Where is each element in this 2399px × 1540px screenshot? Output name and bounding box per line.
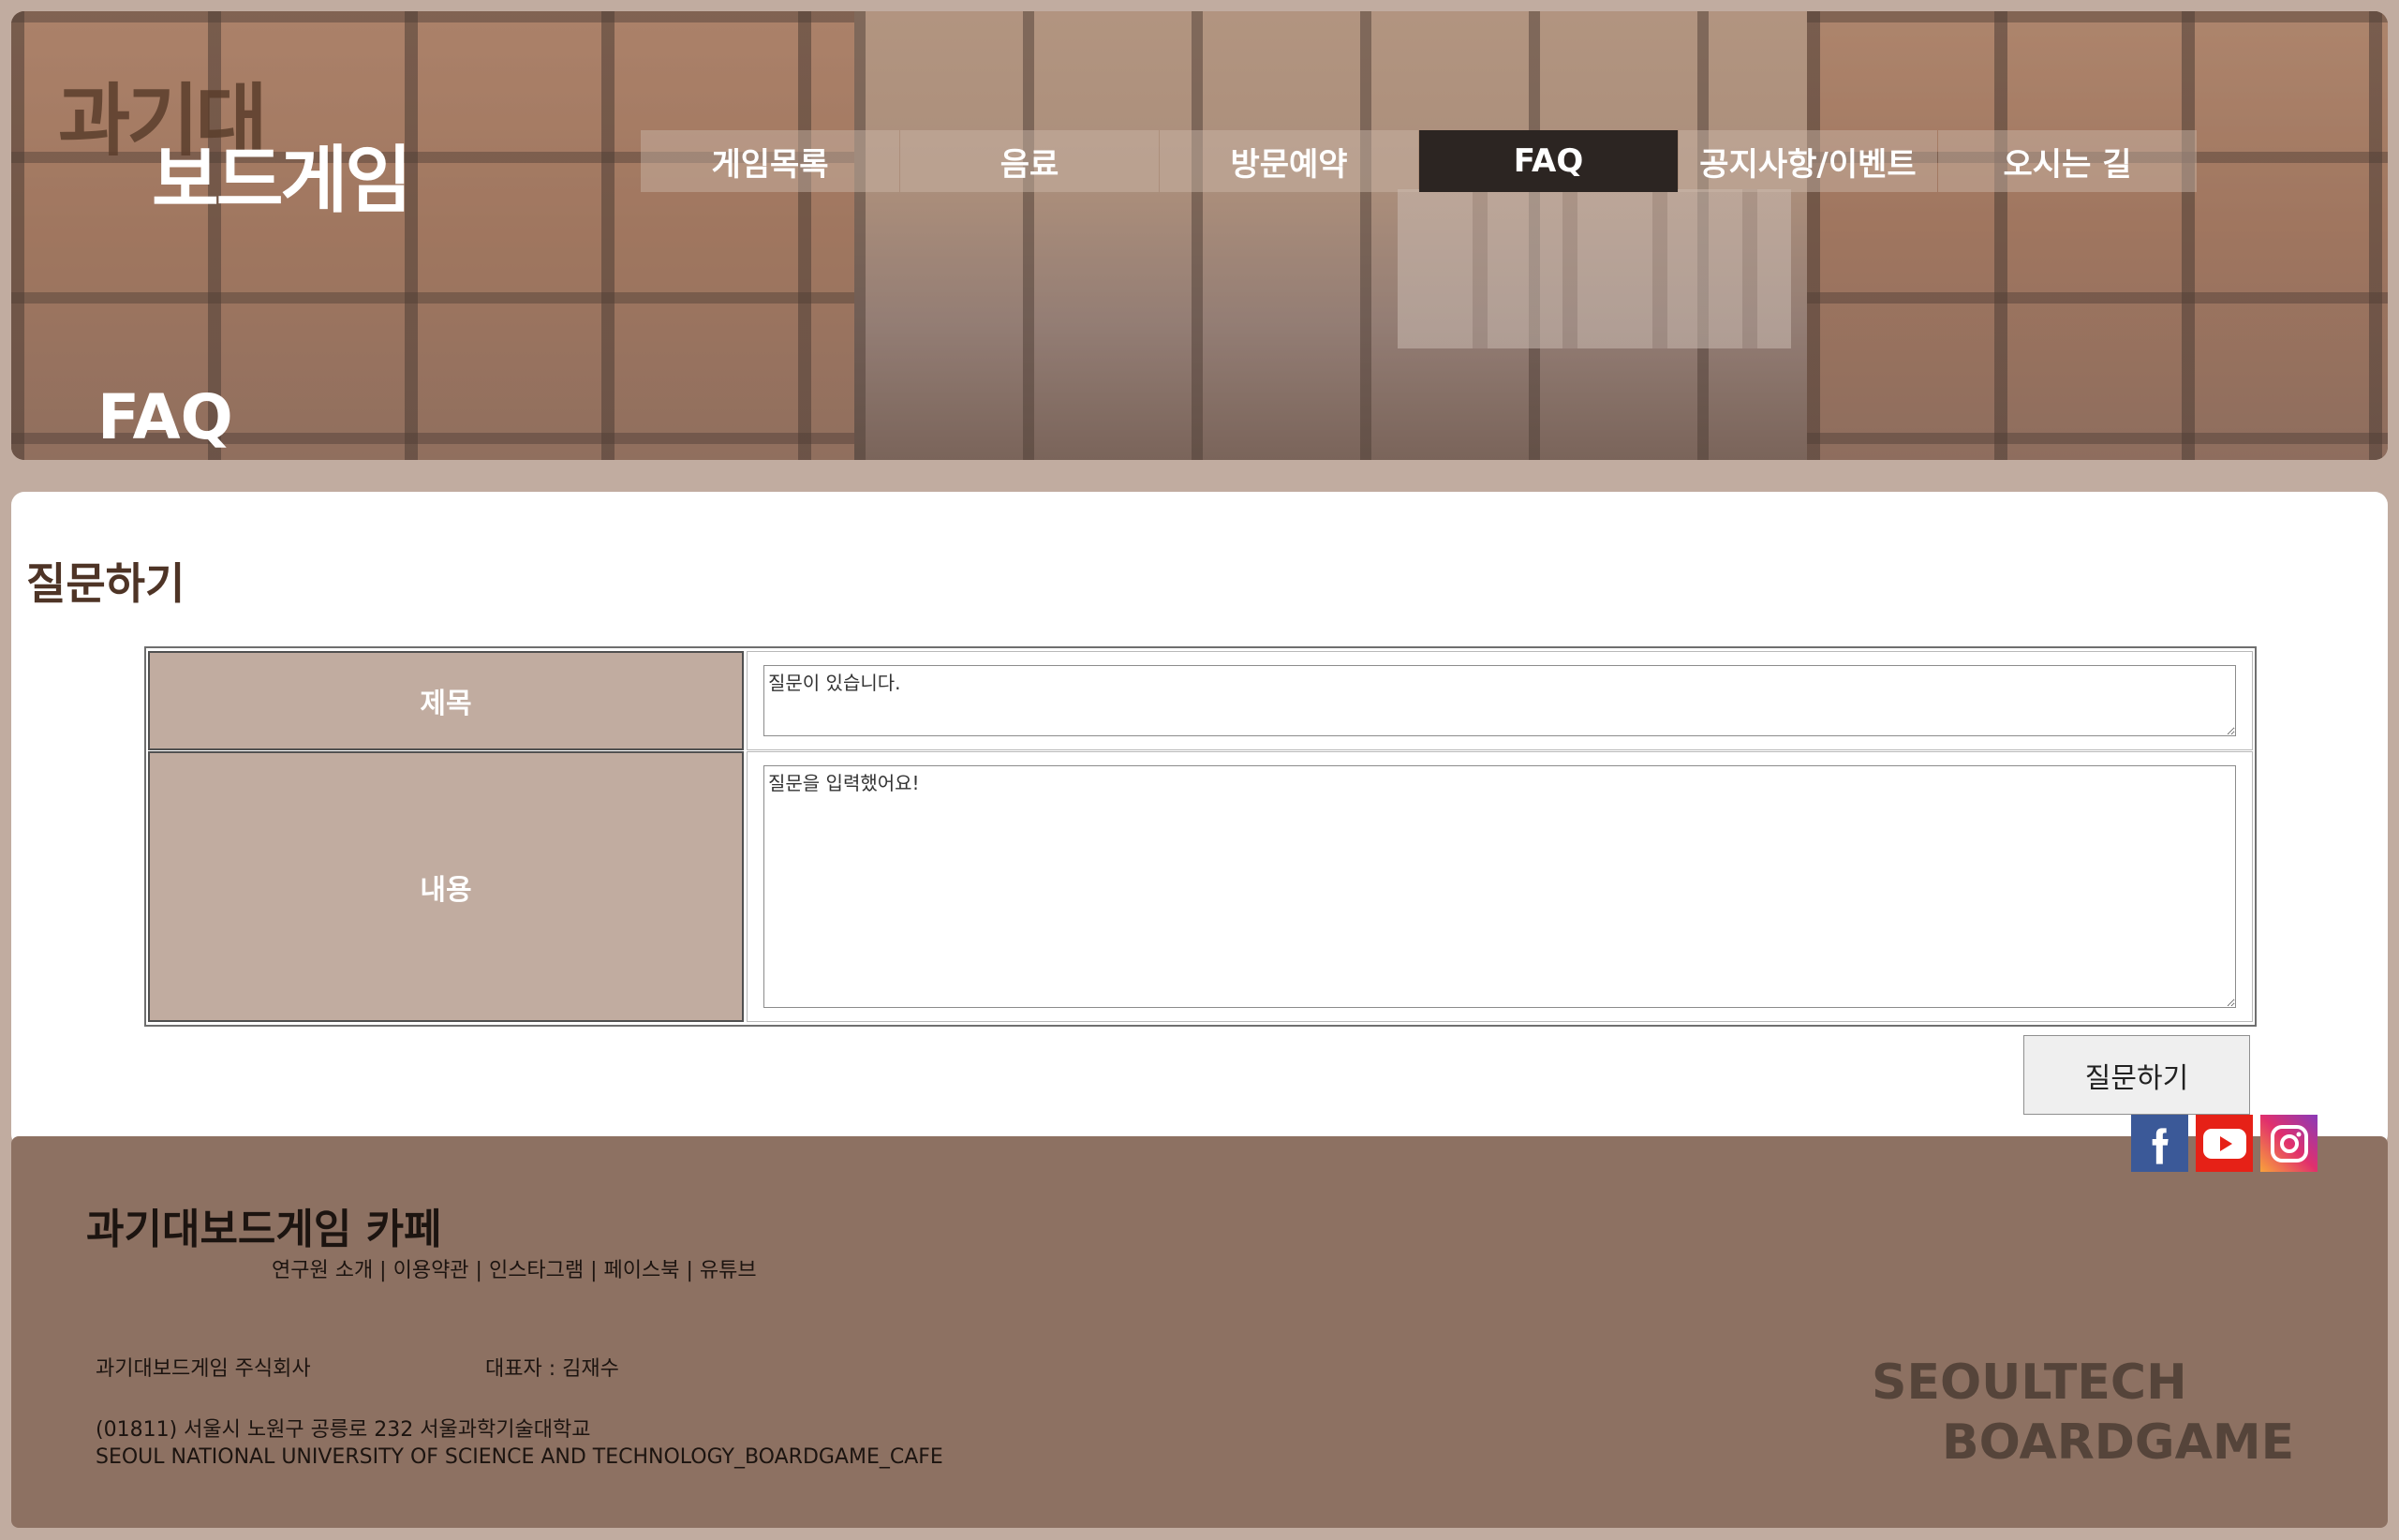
footer-address-en: SEOUL NATIONAL UNIVERSITY OF SCIENCE AND… [96,1445,943,1469]
youtube-icon[interactable] [2196,1115,2253,1172]
main-content: 질문하기 제목 질문이 있습니다. 내용 질문을 입력했어요! 질문하기 [11,492,2388,1148]
footer-brand-line-2: BOARDGAME [1942,1414,2295,1471]
content-input[interactable]: 질문을 입력했어요! [763,765,2236,1008]
content-cell: 질문을 입력했어요! [747,751,2253,1022]
nav-item-directions[interactable]: 오시는 길 [1938,130,2197,192]
footer-brand-line-1: SEOULTECH [1872,1355,2187,1411]
title-label: 제목 [148,651,744,750]
page-title: FAQ [97,381,233,453]
content-label: 내용 [148,751,744,1022]
footer-company: 과기대보드게임 주식회사 [96,1357,311,1381]
nav-item-drinks[interactable]: 음료 [900,130,1159,192]
section-title: 질문하기 [26,558,185,609]
social-links [2131,1115,2318,1172]
submit-question-button[interactable]: 질문하기 [2023,1035,2250,1115]
hero-overlay [11,11,2388,460]
logo-line-2[interactable]: 보드게임 [152,122,412,227]
hero-banner: 과기대 보드게임 게임목록 음료 방문예약 FAQ 공지사항/이벤트 오시는 길… [11,11,2388,460]
question-form-table: 제목 질문이 있습니다. 내용 질문을 입력했어요! [144,646,2257,1027]
footer-links[interactable]: 연구원 소개 | 이용약관 | 인스타그램 | 페이스북 | 유튜브 [272,1253,757,1283]
main-nav: 게임목록 음료 방문예약 FAQ 공지사항/이벤트 오시는 길 [641,130,2198,192]
nav-item-games[interactable]: 게임목록 [641,130,899,192]
footer-address: (01811) 서울시 노원구 공릉로 232 서울과학기술대학교 [96,1418,591,1442]
nav-item-faq[interactable]: FAQ [1419,130,1678,192]
nav-item-notice-events[interactable]: 공지사항/이벤트 [1679,130,1937,192]
footer-ceo: 대표자 : 김재수 [485,1357,619,1381]
footer-cafe-name: 과기대보드게임 카페 [86,1206,442,1253]
title-cell: 질문이 있습니다. [747,651,2253,750]
instagram-icon[interactable] [2260,1115,2318,1172]
facebook-icon[interactable] [2131,1115,2188,1172]
form-row-title: 제목 질문이 있습니다. [148,651,2253,750]
form-row-content: 내용 질문을 입력했어요! [148,751,2253,1022]
title-input[interactable]: 질문이 있습니다. [763,665,2236,736]
footer: 과기대보드게임 카페 연구원 소개 | 이용약관 | 인스타그램 | 페이스북 … [11,1136,2388,1528]
nav-item-reservation[interactable]: 방문예약 [1160,130,1418,192]
